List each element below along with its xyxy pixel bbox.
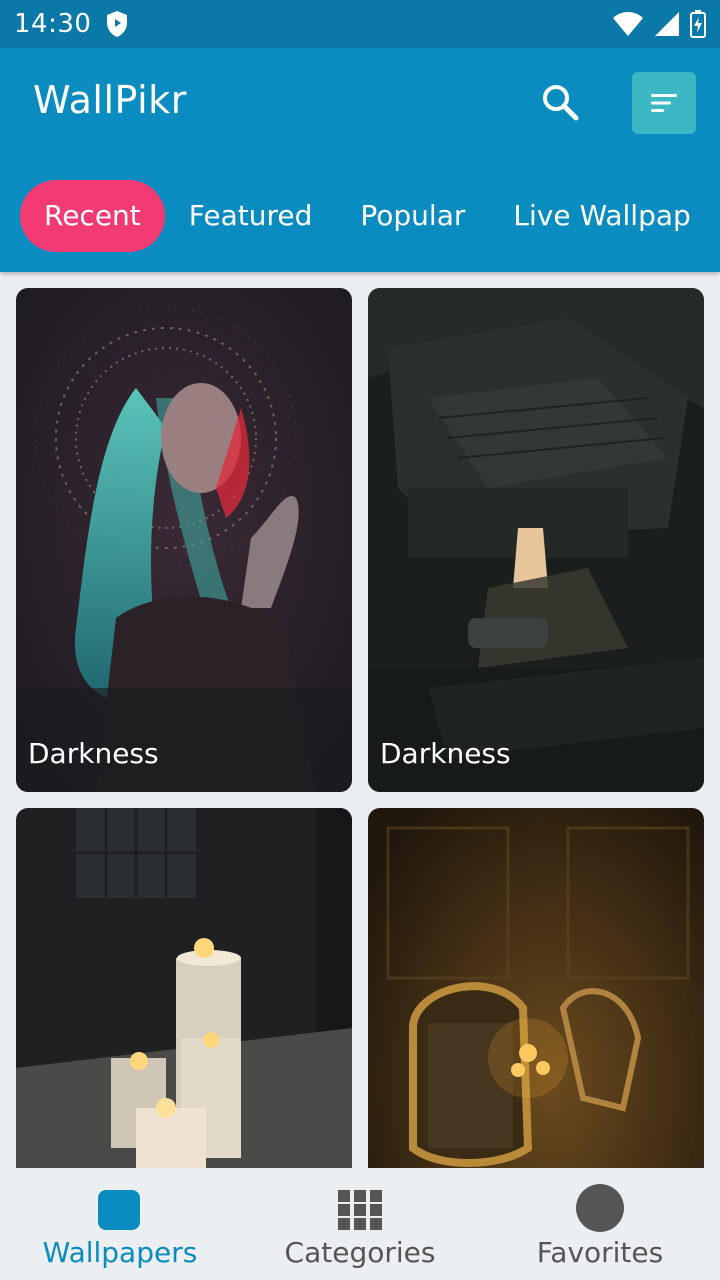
status-icons: [612, 10, 706, 38]
nav-favorites[interactable]: Favorites: [480, 1168, 720, 1280]
wallpaper-card[interactable]: [368, 808, 704, 1168]
nav-categories[interactable]: Categories: [240, 1168, 480, 1280]
tab-featured[interactable]: Featured: [165, 180, 337, 252]
shield-icon: [107, 11, 128, 37]
wallpaper-image: [368, 808, 704, 1168]
wifi-icon: [613, 12, 643, 36]
sort-menu-icon: [651, 94, 677, 112]
wallpaper-title: Darkness: [380, 737, 511, 770]
bottom-navigation: Wallpapers Categories Favorites: [0, 1168, 720, 1280]
tab-recent[interactable]: Recent: [20, 180, 165, 252]
category-tabs: Recent Featured Popular Live Wallpap: [20, 180, 715, 252]
wallpaper-icon: [98, 1190, 140, 1230]
tab-live-wallpapers[interactable]: Live Wallpap: [489, 180, 714, 252]
status-time: 14:30: [14, 9, 92, 39]
tab-popular[interactable]: Popular: [336, 180, 489, 252]
wallpaper-title: Darkness: [28, 737, 159, 770]
wallpaper-grid: Darkness Darkness: [16, 288, 704, 1168]
grid-icon: [338, 1190, 382, 1230]
app-title: WallPikr: [33, 78, 187, 122]
battery-icon: [690, 10, 706, 38]
app-bar: WallPikr Recent Featured Popular Live Wa…: [0, 48, 720, 272]
favorites-icon: [576, 1184, 624, 1232]
wallpaper-card[interactable]: Darkness: [16, 288, 352, 792]
sort-menu-button[interactable]: [632, 72, 696, 134]
wallpaper-image: [16, 808, 352, 1168]
search-button[interactable]: [536, 78, 584, 126]
wallpaper-card[interactable]: Darkness: [368, 288, 704, 792]
nav-categories-label: Categories: [284, 1236, 436, 1269]
nav-favorites-label: Favorites: [536, 1236, 664, 1269]
wallpaper-image: [368, 288, 704, 792]
search-icon: [543, 85, 579, 121]
wallpaper-image: [16, 288, 352, 792]
wallpaper-card[interactable]: [16, 808, 352, 1168]
signal-icon: [655, 12, 679, 36]
status-bar: 14:30: [0, 0, 720, 48]
nav-wallpapers-label: Wallpapers: [42, 1236, 198, 1269]
nav-wallpapers[interactable]: Wallpapers: [0, 1168, 240, 1280]
